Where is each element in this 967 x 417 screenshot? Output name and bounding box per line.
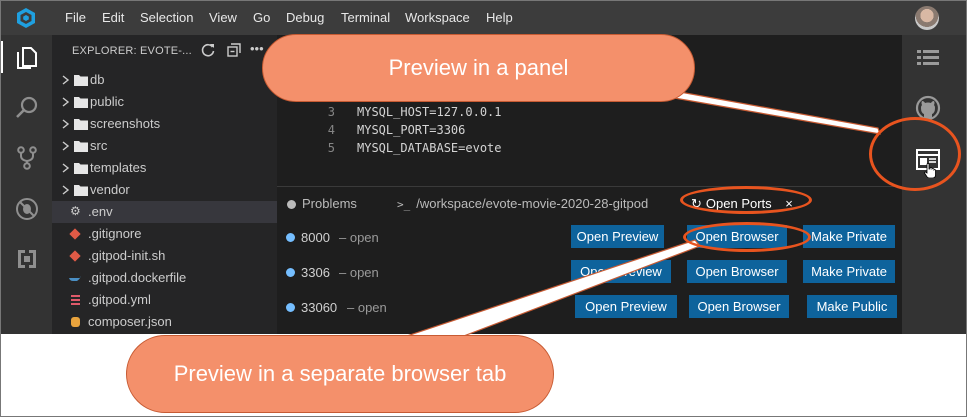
open-ports-tab-highlight-ring <box>680 186 812 214</box>
callout-preview-browser: Preview in a separate browser tab <box>126 335 554 413</box>
ports-icon-highlight-ring <box>869 117 961 191</box>
callout-preview-panel: Preview in a panel <box>262 34 695 102</box>
browser-callout-pointer <box>379 239 701 346</box>
open-browser-highlight-ring <box>683 222 811 252</box>
